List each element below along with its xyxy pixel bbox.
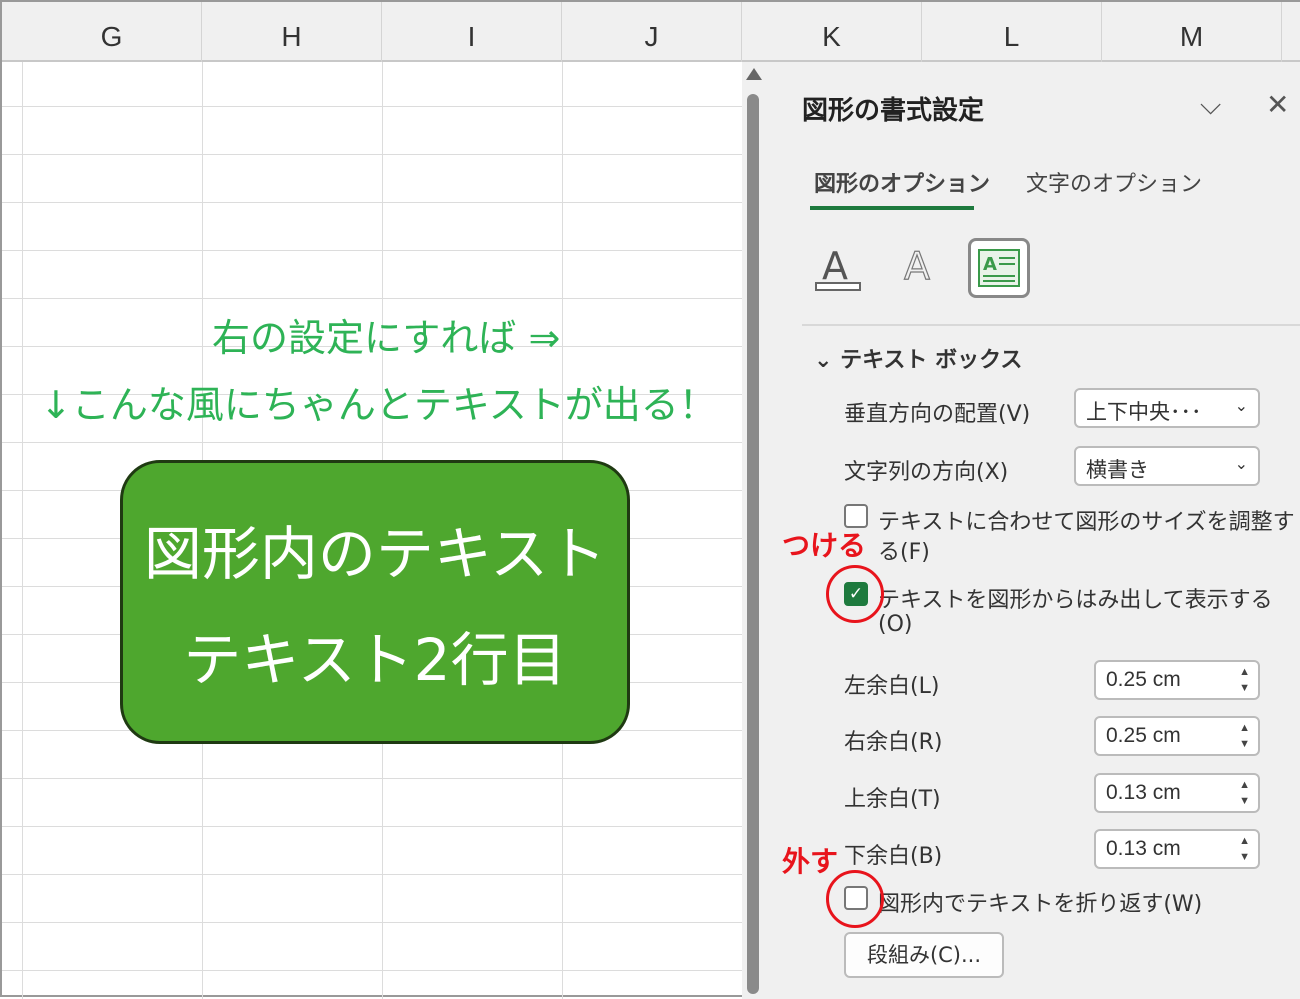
bottom-margin-value: 0.13 cm (1106, 837, 1181, 860)
right-margin-input[interactable]: 0.25 cm ▲ ▼ (1094, 716, 1260, 756)
annotation-circle-wrap (826, 870, 884, 928)
left-margin-label: 左余白(L) (844, 674, 940, 699)
wrap-text-label: 図形内でテキストを折り返す(W) (878, 892, 1203, 917)
column-header-g[interactable]: G (22, 2, 202, 62)
vertical-align-select[interactable]: 上下中央･･･ ⌄ (1074, 388, 1260, 428)
bottom-margin-label: 下余白(B) (844, 844, 943, 869)
scroll-thumb[interactable] (747, 94, 759, 994)
column-header-m[interactable]: M (1102, 2, 1282, 62)
top-margin-label: 上余白(T) (844, 787, 941, 812)
bottom-margin-input[interactable]: 0.13 cm ▲ ▼ (1094, 829, 1260, 869)
spinner-arrows-icon[interactable]: ▲ ▼ (1239, 664, 1250, 696)
spinner-arrows-icon[interactable]: ▲ ▼ (1239, 833, 1250, 865)
section-title: テキスト ボックス (840, 348, 1023, 373)
active-tab-indicator (810, 206, 974, 210)
top-margin-value: 0.13 cm (1106, 781, 1181, 804)
autofit-label-1: テキストに合わせて図形のサイズを調整す (878, 510, 1295, 535)
left-margin-input[interactable]: 0.25 cm ▲ ▼ (1094, 660, 1260, 700)
rounded-rectangle-shape[interactable]: 図形内のテキスト テキスト2行目 (120, 460, 630, 744)
vertical-scrollbar[interactable] (742, 62, 768, 999)
overflow-label-2: (O) (878, 612, 913, 637)
close-icon[interactable]: ✕ (1266, 88, 1289, 121)
note-line-2: ↓こんな風にちゃんとテキストが出る！ (40, 383, 717, 427)
vertical-align-label: 垂直方向の配置(V) (844, 402, 1031, 427)
column-header-i[interactable]: I (382, 2, 562, 62)
scroll-up-icon[interactable] (746, 68, 762, 80)
left-margin-value: 0.25 cm (1106, 668, 1181, 691)
vertical-align-value: 上下中央･･･ (1086, 400, 1202, 424)
annotation-remove: 外す (782, 845, 839, 878)
chevron-down-icon: ⌄ (1234, 454, 1248, 473)
svg-text:A: A (904, 244, 930, 288)
spinner-arrows-icon[interactable]: ▲ ▼ (1239, 777, 1250, 809)
text-direction-label: 文字列の方向(X) (844, 460, 1009, 485)
overflow-label-1: テキストを図形からはみ出して表示する (878, 588, 1273, 613)
text-direction-value: 横書き (1086, 458, 1149, 482)
svg-text:A: A (822, 244, 848, 288)
format-shape-panel: 図形の書式設定 ⌵ ✕ 図形のオプション 文字のオプション A A A ⌄ テキ… (768, 62, 1300, 999)
text-fill-outline-icon[interactable]: A (806, 238, 868, 298)
right-margin-value: 0.25 cm (1106, 724, 1181, 747)
section-textbox-header[interactable]: ⌄ テキスト ボックス (814, 342, 1022, 374)
panel-title: 図形の書式設定 (802, 96, 985, 126)
right-margin-label: 右余白(R) (844, 730, 943, 755)
column-header-row: G H I J K L M (2, 2, 1300, 62)
text-effects-icon[interactable]: A (886, 238, 948, 298)
top-margin-input[interactable]: 0.13 cm ▲ ▼ (1094, 773, 1260, 813)
divider (802, 324, 1300, 326)
chevron-down-icon: ⌄ (1234, 396, 1248, 415)
shape-text-line-2: テキスト2行目 (183, 626, 567, 694)
column-header-k[interactable]: K (742, 2, 922, 62)
spinner-arrows-icon[interactable]: ▲ ▼ (1239, 720, 1250, 752)
svg-text:A: A (983, 254, 997, 275)
column-header-h[interactable]: H (202, 2, 382, 62)
autofit-label-2: る(F) (878, 540, 930, 565)
text-direction-select[interactable]: 横書き ⌄ (1074, 446, 1260, 486)
columns-button[interactable]: 段組み(C)... (844, 932, 1004, 978)
tab-shape-options[interactable]: 図形のオプション (814, 166, 990, 198)
annotation-attach: つける (782, 529, 867, 562)
chevron-down-icon: ⌄ (814, 348, 841, 373)
tab-text-options[interactable]: 文字のオプション (1026, 166, 1202, 198)
chevron-down-icon[interactable]: ⌵ (1200, 88, 1221, 122)
column-header-l[interactable]: L (922, 2, 1102, 62)
textbox-icon[interactable]: A (968, 238, 1030, 298)
column-header-j[interactable]: J (562, 2, 742, 62)
annotation-circle-overflow (826, 565, 884, 623)
shape-text-line-1: 図形内のテキスト (143, 520, 607, 588)
note-line-1: 右の設定にすれば ⇒ (212, 316, 561, 360)
